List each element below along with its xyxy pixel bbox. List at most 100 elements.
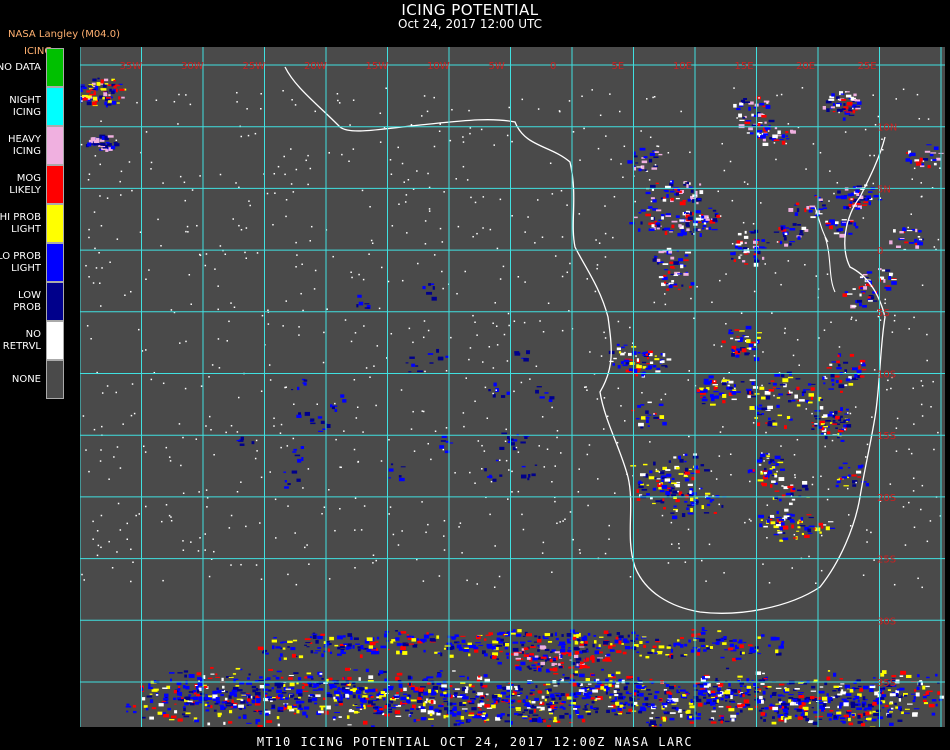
speckle-dot	[489, 513, 491, 516]
icing-cell	[548, 718, 552, 720]
speckle-dot	[561, 236, 564, 238]
icing-cell	[637, 676, 640, 681]
speckle-dot	[298, 326, 300, 328]
icing-cell	[204, 703, 208, 707]
speckle-dot	[365, 367, 368, 369]
speckle-dot	[344, 319, 347, 321]
icing-cell	[773, 231, 780, 233]
icing-cell	[640, 706, 646, 711]
speckle-dot	[690, 297, 692, 300]
icing-cell	[652, 258, 657, 262]
icing-cell	[658, 403, 664, 407]
icing-cell	[515, 657, 521, 660]
speckle-dot	[594, 290, 597, 293]
icing-cell	[486, 643, 493, 648]
icing-cell	[840, 407, 843, 412]
icing-cell	[108, 94, 111, 97]
icing-cell	[251, 699, 256, 704]
icing-cell	[641, 169, 644, 171]
icing-cell	[758, 709, 763, 712]
speckle-dot	[658, 483, 661, 485]
speckle-dot	[92, 538, 94, 540]
icing-cell	[781, 640, 785, 644]
speckle-dot	[300, 292, 302, 295]
speckle-dot	[609, 93, 611, 95]
speckle-dot	[458, 526, 460, 528]
icing-cell	[247, 677, 250, 680]
icing-cell	[663, 711, 668, 713]
icing-cell	[746, 132, 750, 134]
speckle-dot	[828, 200, 830, 202]
icing-cell	[654, 691, 660, 694]
speckle-dot	[178, 93, 180, 96]
icing-cell	[904, 694, 908, 697]
icing-cell	[591, 659, 595, 663]
icing-cell	[838, 110, 844, 112]
speckle-dot	[508, 469, 510, 471]
speckle-dot	[604, 256, 607, 258]
icing-cell	[731, 398, 737, 401]
speckle-dot	[451, 108, 453, 111]
speckle-dot	[804, 264, 806, 266]
icing-cell	[661, 365, 668, 367]
icing-cell	[439, 670, 443, 672]
icing-cell	[839, 421, 846, 424]
speckle-dot	[620, 163, 622, 165]
speckle-dot	[683, 454, 685, 456]
icing-cell	[711, 696, 716, 699]
icing-cell	[540, 665, 544, 668]
icing-cell	[544, 698, 547, 702]
icing-cell	[534, 697, 540, 701]
speckle-dot	[513, 390, 515, 393]
icing-cell	[544, 392, 549, 394]
icing-cell	[259, 684, 265, 689]
icing-cell	[811, 707, 814, 709]
icing-cell	[773, 533, 779, 536]
icing-cell	[918, 230, 922, 233]
icing-cell	[673, 285, 678, 287]
icing-cell	[613, 357, 617, 360]
icing-cell	[677, 188, 681, 192]
icing-cell	[304, 411, 311, 416]
speckle-dot	[866, 541, 868, 543]
speckle-dot	[230, 302, 232, 304]
icing-cell	[587, 683, 592, 685]
icing-cell	[653, 695, 658, 700]
icing-cell	[675, 483, 680, 488]
icing-cell	[431, 724, 434, 727]
icing-cell	[522, 711, 525, 713]
icing-cell	[810, 387, 815, 391]
icing-cell	[516, 659, 520, 662]
icing-cell	[178, 699, 184, 701]
icing-cell	[340, 649, 344, 654]
icing-cell	[410, 708, 415, 710]
icing-cell	[747, 395, 751, 399]
icing-cell	[898, 696, 903, 699]
speckle-dot	[195, 438, 198, 440]
speckle-dot	[422, 580, 425, 582]
speckle-dot	[165, 504, 168, 506]
icing-cell	[635, 704, 639, 707]
speckle-dot	[718, 455, 721, 457]
icing-cell	[596, 680, 602, 685]
icing-cell	[666, 646, 671, 649]
icing-cell	[643, 644, 647, 648]
icing-cell	[697, 702, 703, 707]
icing-cell	[685, 212, 689, 215]
speckle-dot	[273, 172, 276, 175]
icing-cell	[912, 713, 918, 717]
speckle-dot	[780, 445, 782, 447]
icing-cell	[475, 642, 481, 644]
speckle-dot	[334, 402, 336, 405]
icing-cell	[855, 207, 861, 210]
speckle-dot	[170, 309, 173, 311]
speckle-dot	[877, 115, 880, 118]
icing-cell	[779, 539, 784, 542]
icing-cell	[918, 682, 921, 686]
icing-cell	[713, 511, 717, 514]
icing-cell	[266, 677, 271, 680]
speckle-dot	[623, 145, 626, 148]
icing-cell	[310, 650, 314, 654]
icing-cell	[109, 88, 112, 92]
icing-cell	[772, 386, 776, 389]
